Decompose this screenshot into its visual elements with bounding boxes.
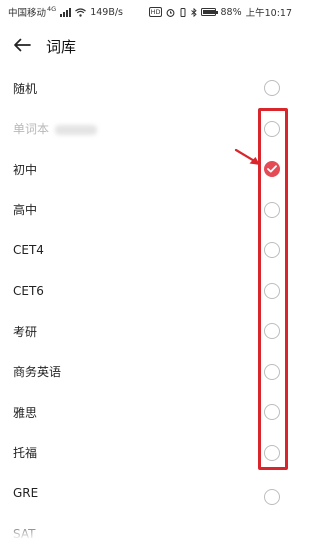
radio-button[interactable] <box>264 201 280 218</box>
signal-icon <box>60 7 72 17</box>
list-item-toefl[interactable]: 托福 <box>0 433 300 474</box>
status-left: 中国移动 4G 149B/s <box>8 5 123 19</box>
list-item-cet6[interactable]: CET6 <box>0 271 300 312</box>
battery-level <box>203 10 215 14</box>
bluetooth-icon <box>191 7 198 17</box>
list-item-label: 初中 <box>13 162 38 177</box>
list-item-label: 考研 <box>13 324 38 339</box>
status-right: HD 88% 上午10:17 <box>148 5 292 19</box>
list-item-cet4[interactable]: CET4 <box>0 230 300 271</box>
arrow-left-icon <box>13 37 31 56</box>
list-item-label: 单词本 <box>13 120 282 137</box>
battery-icon <box>201 8 219 16</box>
list-item-junior-high[interactable]: 初中 <box>0 149 300 190</box>
word-bank-list: 随机 单词本 初中 高中 CET4 CET6 考研 商务英语 雅思 托福 GRE… <box>0 68 300 540</box>
status-bar: 中国移动 4G 149B/s HD 88% 上午10:17 <box>0 0 300 24</box>
list-item-wordbook[interactable]: 单词本 <box>0 109 300 150</box>
list-item-senior-high[interactable]: 高中 <box>0 190 300 231</box>
list-item-label: SAT <box>13 526 36 540</box>
list-item-label: 高中 <box>13 203 38 218</box>
list-item-business-english[interactable]: 商务英语 <box>0 352 300 393</box>
list-item-label: 随机 <box>13 81 38 96</box>
radio-button[interactable] <box>264 444 280 461</box>
list-item-label: 商务英语 <box>13 365 62 380</box>
wifi-icon <box>75 7 87 17</box>
list-item-label: 托福 <box>13 446 38 461</box>
vibrate-icon <box>179 7 187 17</box>
list-item-sat[interactable]: SAT <box>0 514 300 540</box>
radio-button[interactable] <box>264 282 280 299</box>
clock: 上午10:17 <box>245 8 292 19</box>
list-item-label: 雅思 <box>13 405 38 420</box>
radio-button[interactable] <box>264 363 280 380</box>
radio-button[interactable] <box>264 489 280 506</box>
list-item-label: GRE <box>13 486 39 501</box>
network-speed: 149B/s <box>90 6 124 18</box>
list-item-postgraduate[interactable]: 考研 <box>0 311 300 352</box>
app-bar: 词库 <box>0 24 300 68</box>
list-item-label: CET6 <box>13 283 44 298</box>
radio-button[interactable] <box>264 120 280 137</box>
alarm-icon <box>166 8 175 17</box>
blurred-count <box>55 124 98 135</box>
carrier-name: 中国移动 <box>8 8 47 19</box>
back-button[interactable] <box>0 24 44 68</box>
list-item-random[interactable]: 随机 <box>0 68 300 109</box>
hd-badge: HD <box>148 7 163 17</box>
battery-percent: 88% <box>220 6 242 18</box>
page-title: 词库 <box>46 37 77 56</box>
checkmark-icon <box>267 165 277 173</box>
list-item-ielts[interactable]: 雅思 <box>0 392 300 433</box>
wordbook-label: 单词本 <box>13 122 50 137</box>
list-item-gre[interactable]: GRE <box>0 473 300 514</box>
network-type: 4G <box>47 5 57 13</box>
screen: 中国移动 4G 149B/s HD 88% 上午10:17 词库 随机 单词本 … <box>0 0 300 540</box>
list-item-label: CET4 <box>13 243 44 258</box>
